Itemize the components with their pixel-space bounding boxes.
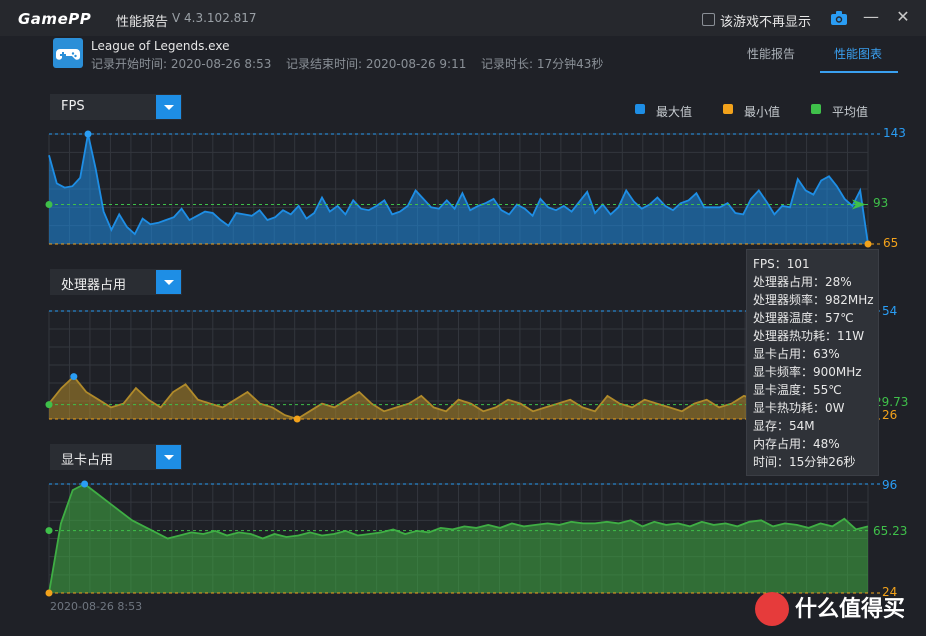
tooltip-row: 显卡占用：63% bbox=[753, 347, 840, 361]
cpu-min-label: 26 bbox=[882, 408, 898, 422]
cpu-avg-label: 29.73 bbox=[874, 395, 909, 409]
tooltip-row: 处理器温度：57℃ bbox=[753, 311, 854, 325]
tooltip-row: 显卡热功耗：0W bbox=[753, 401, 845, 415]
min-point bbox=[864, 240, 872, 248]
data-tooltip: FPS：101 处理器占用：28% 处理器频率：982MHz 处理器温度：57℃… bbox=[746, 249, 879, 476]
min-point bbox=[293, 415, 301, 423]
tooltip-row: 显卡温度：55℃ bbox=[753, 383, 842, 397]
tooltip-row: 时间：15分钟26秒 bbox=[753, 455, 856, 469]
fps-avg-label: 93 bbox=[873, 196, 889, 210]
fps-max-label: 143 bbox=[883, 126, 906, 140]
tooltip-row: 处理器热功耗：11W bbox=[753, 329, 865, 343]
avg-point bbox=[45, 527, 53, 535]
tooltip-row: 显卡频率：900MHz bbox=[753, 365, 862, 379]
fps-min-label: 65 bbox=[883, 236, 899, 250]
tooltip-row: 显存：54M bbox=[753, 419, 815, 433]
gpu-max-label: 96 bbox=[882, 478, 898, 492]
app-window: GamePP 性能报告 V 4.3.102.817 该游戏不再显示 — ✕ Le… bbox=[0, 0, 926, 636]
start-date-label: 2020-08-26 8:53 bbox=[50, 600, 143, 613]
avg-point bbox=[45, 201, 53, 209]
max-point bbox=[70, 373, 78, 381]
avg-point bbox=[45, 401, 53, 409]
tooltip-row: 处理器频率：982MHz bbox=[753, 293, 874, 307]
watermark-text: 什么值得买 bbox=[795, 597, 906, 622]
tooltip-row: 内存占用：48% bbox=[753, 437, 840, 451]
max-point bbox=[84, 130, 92, 138]
max-point bbox=[81, 480, 89, 488]
gpu-avg-label: 65.23 bbox=[873, 524, 908, 538]
watermark-logo bbox=[755, 592, 789, 626]
tooltip-row: FPS：101 bbox=[753, 257, 810, 271]
min-point bbox=[45, 589, 53, 597]
tooltip-row: 处理器占用：28% bbox=[753, 275, 852, 289]
cpu-max-label: 54 bbox=[882, 304, 898, 318]
